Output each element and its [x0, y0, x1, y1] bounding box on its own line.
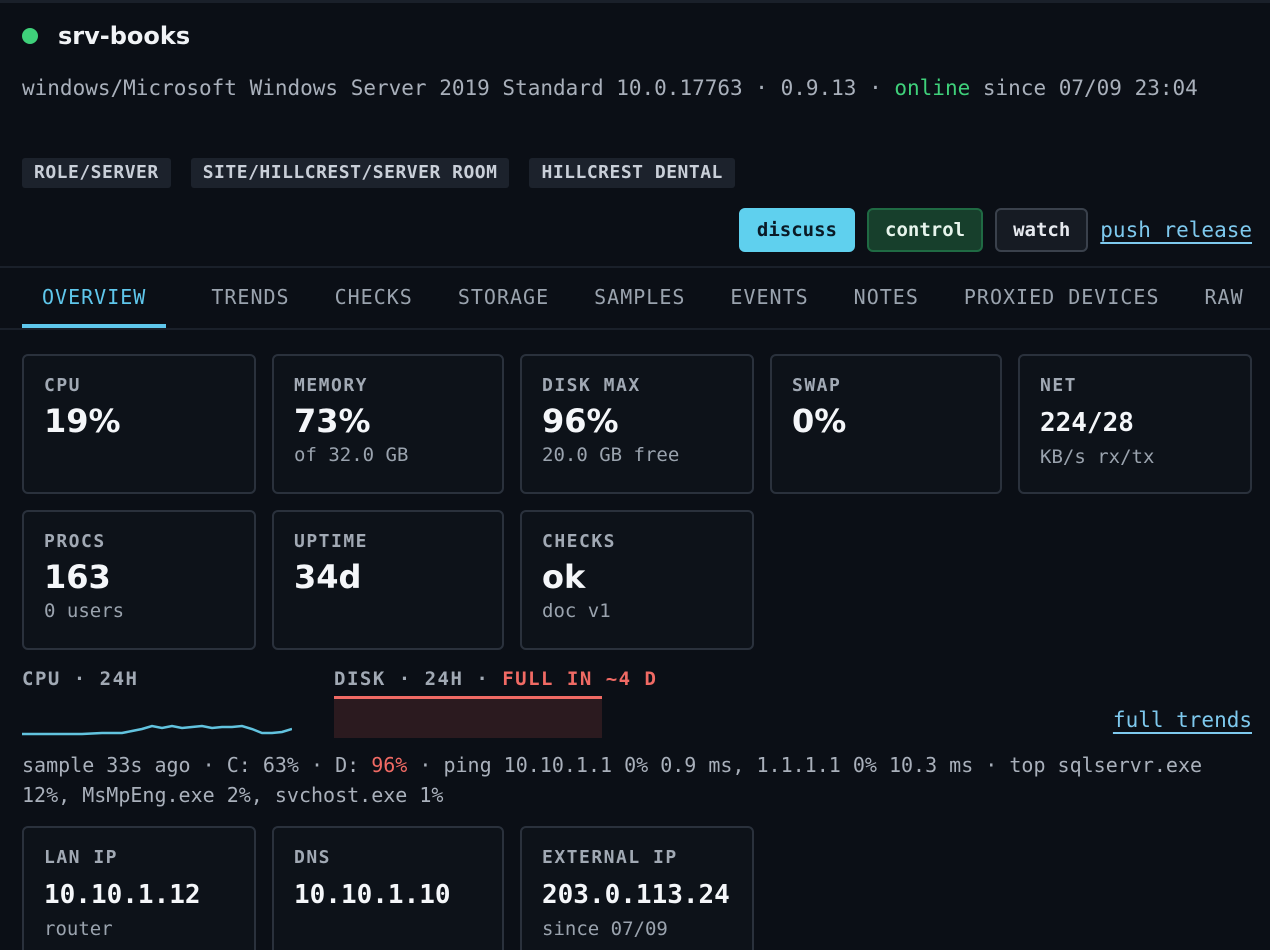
tab-proxied-devices[interactable]: PROXIED DEVICES	[964, 268, 1160, 328]
metric-card-checks: CHECKS ok doc v1	[520, 510, 754, 650]
metric-label: PROCS	[44, 531, 106, 552]
metric-value: 73%	[294, 402, 371, 440]
network-sub: router	[44, 918, 113, 940]
disk-sparkline-title: DISK · 24H ·	[334, 668, 503, 690]
metric-value: 96%	[542, 402, 619, 440]
network-card-lan-ip: LAN IP 10.10.1.12 router	[22, 826, 256, 950]
metric-card-uptime: UPTIME 34d	[272, 510, 504, 650]
control-button[interactable]: control	[867, 208, 984, 252]
sample-disk-d-percent: 96%	[371, 753, 408, 777]
tag-role[interactable]: ROLE/SERVER	[22, 158, 171, 188]
metric-label: MEMORY	[294, 375, 369, 396]
tag-site[interactable]: SITE/HILLCREST/SERVER ROOM	[190, 158, 510, 188]
online-status: online	[894, 76, 971, 100]
online-since: since 07/09 23:04	[970, 76, 1198, 100]
host-title-row: srv-books	[22, 18, 1252, 54]
sample-text: sample 33s ago · C: 63% · D:	[22, 753, 372, 777]
metric-label: CPU	[44, 375, 82, 396]
full-trends-link[interactable]: full trends	[1113, 708, 1252, 732]
cpu-sparkline	[22, 724, 292, 736]
host-header: srv-books windows/Microsoft Windows Serv…	[22, 18, 1252, 104]
disk-sparkline	[334, 696, 602, 738]
tab-storage[interactable]: STORAGE	[458, 268, 549, 328]
tab-samples[interactable]: SAMPLES	[594, 268, 685, 328]
network-value: 10.10.1.10	[294, 880, 451, 910]
tab-trends[interactable]: TRENDS	[211, 268, 289, 328]
network-label: EXTERNAL IP	[542, 847, 678, 868]
tab-bar: OVERVIEW TRENDS CHECKS STORAGE SAMPLES E…	[22, 268, 1270, 330]
network-card-dns: DNS 10.10.1.10	[272, 826, 504, 950]
metric-card-cpu: CPU 19%	[22, 354, 256, 494]
network-value: 203.0.113.24	[542, 880, 730, 910]
metric-value: 0%	[792, 402, 847, 440]
metric-card-net: NET 224/28 KB/s rx/tx	[1018, 354, 1252, 494]
top-border	[0, 0, 1270, 3]
push-release-link[interactable]: push release	[1100, 218, 1252, 242]
metric-value: 224/28	[1040, 408, 1134, 438]
tag-list: ROLE/SERVER SITE/HILLCREST/SERVER ROOM H…	[22, 158, 735, 188]
disk-full-warning: FULL IN ~4 D	[502, 668, 658, 690]
sample-summary: sample 33s ago · C: 63% · D: 96% · ping …	[22, 750, 1252, 810]
network-value: 10.10.1.12	[44, 880, 201, 910]
metric-sub: 20.0 GB free	[542, 444, 680, 466]
metric-value: ok	[542, 558, 586, 596]
tab-checks[interactable]: CHECKS	[335, 268, 413, 328]
watch-button[interactable]: watch	[995, 208, 1089, 252]
metric-value: 163	[44, 558, 111, 596]
metric-card-procs: PROCS 163 0 users	[22, 510, 256, 650]
os-info-line: windows/Microsoft Windows Server 2019 St…	[22, 72, 1252, 104]
metric-card-disk: DISK MAX 96% 20.0 GB free	[520, 354, 754, 494]
metric-sub: doc v1	[542, 600, 611, 622]
metric-label: CHECKS	[542, 531, 617, 552]
tab-events[interactable]: EVENTS	[730, 268, 808, 328]
os-info-text: windows/Microsoft Windows Server 2019 St…	[22, 76, 895, 100]
metric-label: DISK MAX	[542, 375, 641, 396]
hostname: srv-books	[58, 22, 191, 50]
divider	[0, 328, 1270, 330]
metric-label: SWAP	[792, 375, 842, 396]
network-label: LAN IP	[44, 847, 119, 868]
metric-label: NET	[1040, 375, 1078, 396]
metric-sub: KB/s rx/tx	[1040, 446, 1155, 468]
metric-value: 19%	[44, 402, 121, 440]
discuss-button[interactable]: discuss	[738, 208, 855, 252]
metric-label: UPTIME	[294, 531, 369, 552]
action-bar: discuss control watch push release	[738, 208, 1252, 252]
status-dot-icon	[22, 28, 38, 44]
tab-overview[interactable]: OVERVIEW	[22, 268, 167, 328]
metric-card-swap: SWAP 0%	[770, 354, 1002, 494]
tab-raw[interactable]: RAW	[1205, 268, 1244, 328]
cpu-sparkline-label: CPU · 24H	[22, 668, 139, 690]
network-card-external-ip: EXTERNAL IP 203.0.113.24 since 07/09	[520, 826, 754, 950]
metric-sub: 0 users	[44, 600, 125, 622]
disk-sparkline-label: DISK · 24H · FULL IN ~4 D	[334, 668, 658, 690]
network-label: DNS	[294, 847, 332, 868]
metric-value: 34d	[294, 558, 362, 596]
metric-sub: of 32.0 GB	[294, 444, 409, 466]
metric-card-memory: MEMORY 73% of 32.0 GB	[272, 354, 504, 494]
network-sub: since 07/09	[542, 918, 668, 940]
tab-notes[interactable]: NOTES	[854, 268, 919, 328]
tag-client[interactable]: HILLCREST DENTAL	[529, 158, 735, 188]
